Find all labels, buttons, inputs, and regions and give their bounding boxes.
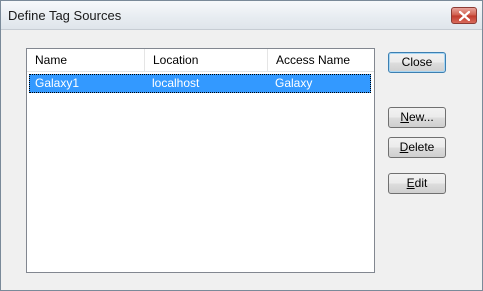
list-row-galaxy1[interactable]: Galaxy1 localhost Galaxy (29, 74, 371, 93)
tag-sources-list[interactable]: Name Location Access Name Galaxy1 localh… (26, 48, 375, 273)
cell-name: Galaxy1 (35, 76, 80, 90)
dialog-body: Name Location Access Name Galaxy1 localh… (1, 30, 482, 290)
delete-button-label: elete (408, 140, 435, 154)
edit-button-label: dit (414, 176, 428, 190)
close-icon (459, 11, 470, 21)
cell-access-name: Galaxy (275, 76, 313, 90)
delete-button-mnemonic: D (399, 140, 409, 154)
column-header-access-name[interactable]: Access Name (268, 49, 374, 71)
close-button[interactable]: Close (388, 52, 446, 73)
close-button-label: Close (401, 55, 433, 69)
cell-location: localhost (152, 76, 200, 90)
delete-button[interactable]: Delete (388, 137, 446, 158)
column-header-location[interactable]: Location (145, 49, 268, 71)
title-bar: Define Tag Sources (1, 1, 482, 30)
new-button[interactable]: New... (388, 107, 446, 128)
window-title: Define Tag Sources (8, 8, 122, 23)
new-button-label: ew... (408, 110, 434, 124)
window-close-button[interactable] (451, 7, 477, 24)
list-header: Name Location Access Name (27, 49, 374, 72)
new-button-mnemonic: N (400, 110, 409, 124)
edit-button-mnemonic: E (406, 176, 415, 190)
define-tag-sources-dialog: Define Tag Sources Name Location Access … (0, 0, 483, 291)
column-header-name[interactable]: Name (27, 49, 145, 71)
edit-button[interactable]: Edit (388, 173, 446, 194)
